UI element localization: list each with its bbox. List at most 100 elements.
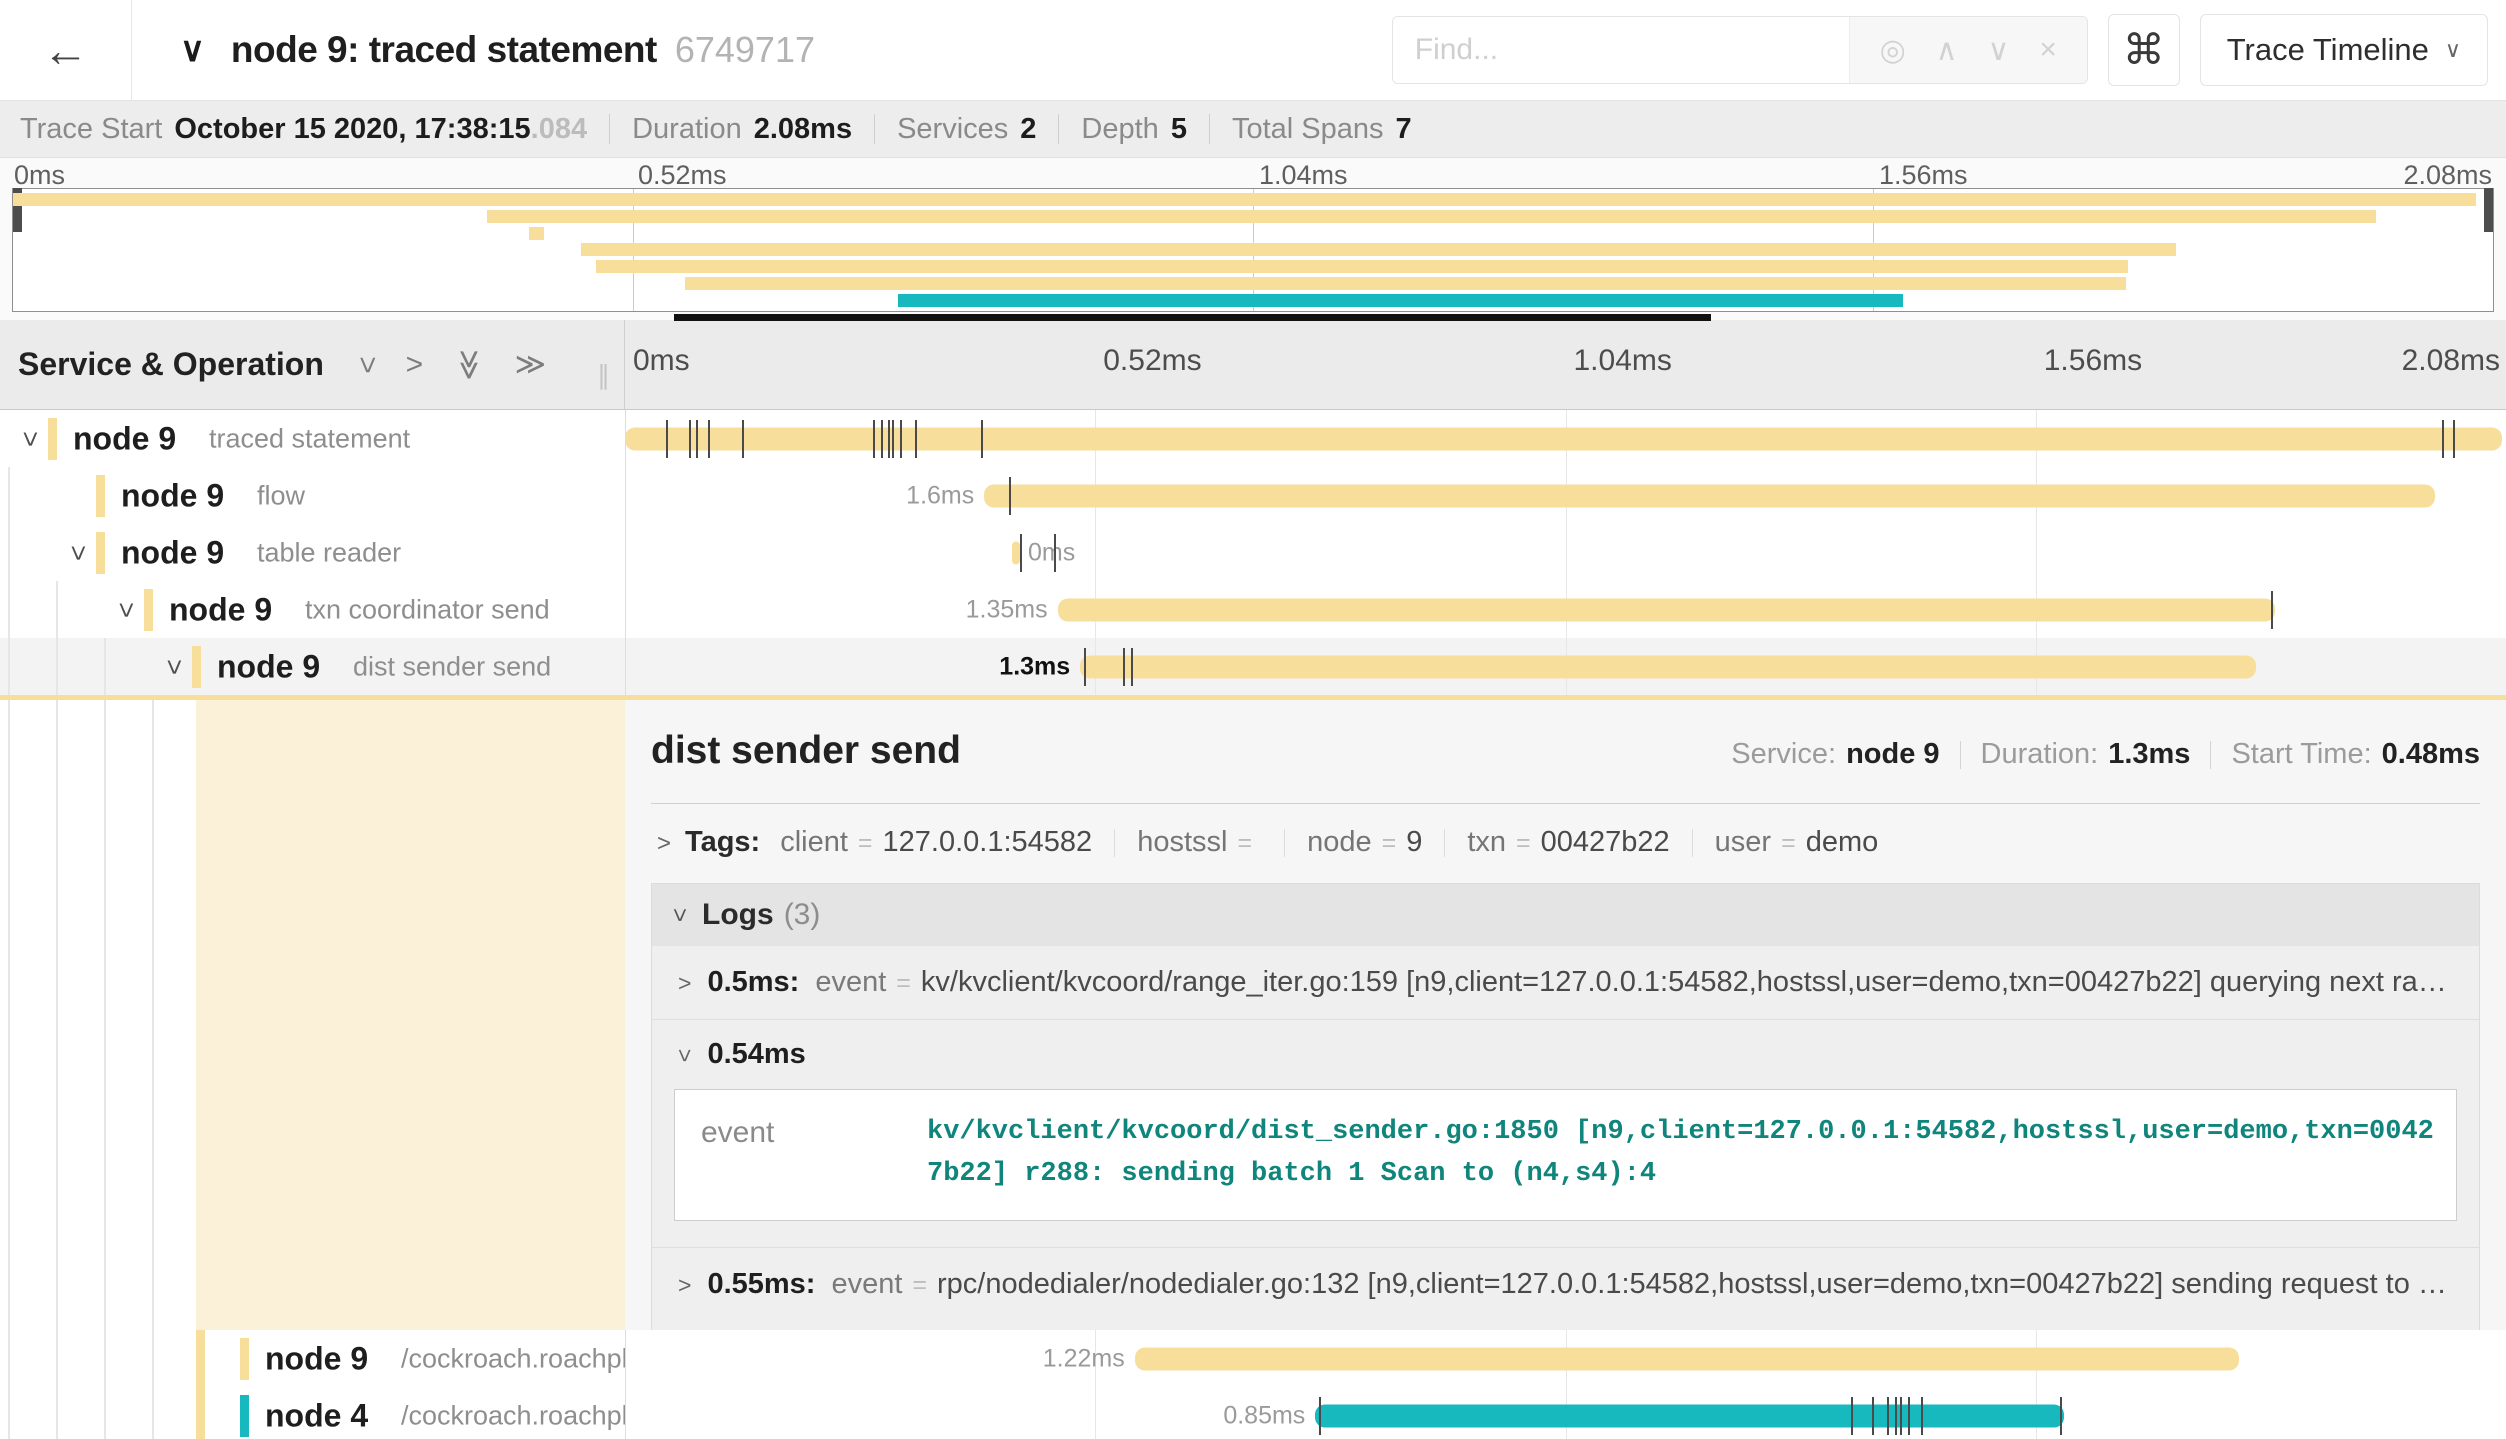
locate-icon[interactable]: ◎ [1880,33,1906,68]
operation-name: txn coordinator send [305,594,550,625]
indent-guide [56,1387,58,1439]
span-detail-panel: dist sender send Service:node 9Duration:… [625,695,2506,1330]
tag-item: client=127.0.0.1:54582 [780,826,1092,859]
service-name: node 9 [169,591,272,628]
log-tick-mark [1887,1397,1889,1435]
span-name-cell[interactable]: > node 9 txn coordinator send [0,581,625,638]
ruler-tick-2: 1.04ms [1574,344,1672,378]
log-tick-mark [1123,648,1125,686]
collapse-one-icon[interactable]: > [352,356,382,374]
span-row[interactable]: >node 9table reader 0ms [0,524,2506,581]
log-fields-table: eventkv/kvclient/kvcoord/dist_sender.go:… [674,1089,2457,1221]
span-row[interactable]: node 4/cockroach.roachpb.I...0.85ms [0,1387,2506,1439]
equals-icon: = [1382,829,1397,858]
back-button[interactable]: ← [0,0,132,100]
tags-expand-chevron-icon[interactable]: > [657,830,671,858]
span-detail-row: dist sender send Service:node 9Duration:… [0,695,2506,1330]
expand-chevron-icon[interactable]: > [62,545,93,561]
span-row[interactable]: node 9flow1.6ms [0,467,2506,524]
trace-title-group[interactable]: ∨ node 9: traced statement 6749717 [180,29,815,71]
log-entry-row[interactable]: >0.5ms:event=kv/kvclient/kvcoord/range_i… [652,946,2479,1019]
log-tick-mark [2271,591,2273,629]
trace-summary-bar: Trace StartOctober 15 2020, 17:38:15.084… [0,100,2506,158]
minimap-span-bar [487,210,2377,223]
summary-item: Total Spans7 [1232,113,1412,146]
span-row[interactable]: node 9/cockroach.roachpb.I...1.22ms [0,1330,2506,1387]
collapse-all-icon[interactable]: ≫ [454,349,484,380]
summary-value: October 15 2020, 17:38:15 [174,113,530,146]
tags-row[interactable]: > Tags: client=127.0.0.1:54582hostssl=no… [651,826,2480,859]
logs-count: (3) [784,898,821,932]
find-input[interactable] [1393,17,1849,83]
indent-guide [152,695,154,1330]
view-selector-button[interactable]: Trace Timeline ∨ [2200,14,2488,86]
log-tick-mark [915,420,917,458]
span-name-cell[interactable]: node 9flow [0,467,625,524]
expand-chevron-icon[interactable]: > [14,431,45,447]
log-tick-mark [742,420,744,458]
service-color-strip [96,532,105,574]
log-expanded-header[interactable]: >0.54ms [672,1038,2459,1071]
minimap-canvas[interactable] [12,188,2494,312]
logs-collapse-chevron-icon[interactable]: > [667,908,691,922]
column-resize-grip-icon[interactable]: ∥ [597,360,610,391]
span-row[interactable]: >node 9txn coordinator send1.35ms [0,581,2506,638]
expand-all-icon[interactable]: ≫ [515,350,546,380]
expand-one-icon[interactable]: > [406,350,424,380]
minimap-right-scrubber[interactable] [2484,188,2493,232]
expand-chevron-icon[interactable]: > [158,659,189,675]
detail-meta-separator [2210,741,2211,769]
span-name-cell[interactable]: node 9/cockroach.roachpb.I... [0,1330,625,1387]
span-name-cell[interactable]: >node 9table reader [0,524,625,581]
span-name-cell[interactable]: node 4/cockroach.roachpb.I... [0,1387,625,1439]
span-duration-label: 0ms [1028,538,1075,567]
find-prev-icon[interactable]: ∧ [1936,33,1958,68]
service-operation-header: Service & Operation > > ≫ ≫ ∥ [0,320,625,409]
span-name-cell[interactable]: >node 9dist sender send [0,638,625,695]
span-row[interactable]: >node 9traced statement [0,410,2506,467]
span-name-cell[interactable]: >node 9traced statement [0,410,625,467]
logs-footer-note: Log timestamps are relative to the start… [652,1321,2479,1330]
span-bar[interactable] [984,484,2434,507]
collapse-trace-chevron-icon[interactable]: ∨ [180,33,205,67]
keyboard-shortcuts-button[interactable]: ⌘ [2108,14,2180,86]
expand-chevron-icon[interactable]: > [110,602,141,618]
indent-guide [56,695,58,1330]
logs-header[interactable]: > Logs (3) [652,884,2479,946]
span-row[interactable]: >node 9dist sender send 1.3ms [0,638,2506,695]
span-bar[interactable] [1080,655,2256,678]
indent-guide [8,524,10,581]
find-next-icon[interactable]: ∨ [1987,33,2009,68]
span-bar[interactable] [625,427,2502,450]
log-entry-row[interactable]: >0.55ms:event=rpc/nodedialer/nodedialer.… [652,1247,2479,1321]
service-color-strip [48,418,57,460]
ruler-tick-1: 0.52ms [1103,344,1201,378]
summary-label: Trace Start [20,113,162,146]
span-bar[interactable] [1012,541,1020,564]
log-collapse-chevron-icon[interactable]: > [673,1049,696,1062]
indent-guide [104,695,106,1330]
indent-guide [8,638,10,695]
minimap-tick-4: 2.08ms [2403,160,2492,191]
log-entry-expanded[interactable]: >0.54ms eventkv/kvclient/kvcoord/dist_sen… [652,1019,2479,1247]
log-tick-mark [888,420,890,458]
timeline-minimap[interactable]: 0ms 0.52ms 1.04ms 1.56ms 2.08ms [0,158,2506,320]
span-bar[interactable] [1315,1404,2064,1427]
log-expand-chevron-icon[interactable]: > [678,1274,691,1297]
selected-indent-guide [196,1330,205,1387]
find-clear-icon[interactable]: × [2039,33,2057,67]
tag-key: node [1307,826,1372,859]
span-bar[interactable] [1058,598,2275,621]
span-duration-label: 1.3ms [999,652,1070,681]
log-expand-chevron-icon[interactable]: > [678,972,691,995]
span-bar[interactable] [1135,1347,2239,1370]
detail-meta-label: Duration: [1981,738,2099,771]
tag-separator [1692,829,1693,857]
operation-name: dist sender send [353,651,551,682]
log-field-key: event [675,1090,915,1220]
log-field-value: kv/kvclient/kvcoord/range_iter.go:159 [n… [921,966,2459,999]
log-tick-mark [1851,1397,1853,1435]
equals-icon: = [1237,829,1252,858]
detail-header: dist sender send Service:node 9Duration:… [651,729,2480,773]
summary-label: Depth [1081,113,1158,146]
